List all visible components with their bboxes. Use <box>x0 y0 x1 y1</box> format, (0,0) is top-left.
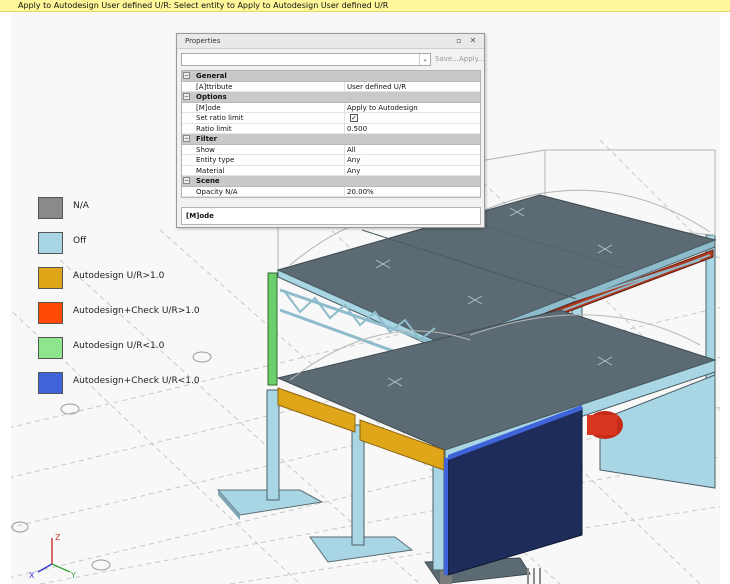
description-text: [M]ode <box>186 212 214 220</box>
attribute-value[interactable]: User defined U/R <box>347 83 406 91</box>
legend-swatch-check-ur-gt-1 <box>38 302 63 324</box>
command-prompt-text: Apply to Autodesign User defined U/R: Se… <box>18 1 389 10</box>
properties-title: Properties <box>185 37 221 45</box>
legend-label: Autodesign U/R>1.0 <box>73 271 165 281</box>
section-label: Filter <box>196 135 218 143</box>
row-set-ratio-limit[interactable]: Set ratio limit ✓ <box>182 113 480 124</box>
row-label: Show <box>196 145 215 154</box>
section-general[interactable]: − General <box>182 71 480 82</box>
description-box: [M]ode <box>181 207 481 225</box>
collapse-icon[interactable]: − <box>183 93 190 100</box>
opacity-value[interactable]: 20.00% <box>347 188 374 196</box>
axis-label-z: Z <box>55 533 61 542</box>
collapse-icon[interactable]: − <box>183 135 190 142</box>
section-options[interactable]: − Options <box>182 92 480 103</box>
row-ratio-limit[interactable]: Ratio limit 0.500 <box>182 123 480 134</box>
column-autodesign-ur-lt-1 <box>267 272 278 386</box>
command-prompt-bar: Apply to Autodesign User defined U/R: Se… <box>0 0 730 12</box>
row-label: Entity type <box>196 156 235 164</box>
row-attribute[interactable]: [A]ttribute User defined U/R <box>182 81 480 92</box>
row-label: Opacity N/A <box>196 187 238 196</box>
row-label: Ratio limit <box>196 124 232 133</box>
show-value[interactable]: All <box>347 146 356 154</box>
axis-label-x: X <box>29 571 35 580</box>
preset-combo[interactable]: ⌄ <box>181 53 431 66</box>
section-filter[interactable]: − Filter <box>182 134 480 145</box>
material-value[interactable]: Any <box>347 167 360 175</box>
row-label: [M]ode <box>196 103 221 112</box>
restore-icon[interactable]: ▫ <box>454 36 464 46</box>
row-label: [A]ttribute <box>196 82 233 91</box>
property-grid: − General [A]ttribute User defined U/R −… <box>181 70 481 198</box>
row-opacity[interactable]: Opacity N/A 20.00% <box>182 186 480 197</box>
axis-label-y: Y <box>70 571 76 580</box>
axis-triad: Z Y X <box>29 533 76 580</box>
legend-label: N/A <box>73 201 89 211</box>
save-button[interactable]: Save... <box>435 55 459 63</box>
properties-toolbar: ⌄ Save... Apply... <box>181 53 484 66</box>
apply-button[interactable]: Apply... <box>459 55 484 63</box>
legend-swatch-off <box>38 232 63 254</box>
section-label: General <box>196 72 227 80</box>
section-label: Scene <box>196 177 220 185</box>
row-label: Set ratio limit <box>196 114 244 122</box>
row-mode[interactable]: [M]ode Apply to Autodesign <box>182 102 480 113</box>
mode-value[interactable]: Apply to Autodesign <box>347 104 418 112</box>
legend-swatch-autodesign-ur-lt-1 <box>38 337 63 359</box>
properties-title-bar[interactable]: Properties ▫ ✕ <box>177 34 484 49</box>
ratio-limit-value[interactable]: 0.500 <box>347 125 367 133</box>
legend-label: Autodesign+Check U/R>1.0 <box>73 306 200 316</box>
close-icon[interactable]: ✕ <box>468 36 478 46</box>
section-label: Options <box>196 93 227 101</box>
set-ratio-limit-checkbox[interactable]: ✓ <box>350 114 358 122</box>
entity-type-value[interactable]: Any <box>347 156 360 164</box>
legend-swatch-na <box>38 197 63 219</box>
collapse-icon[interactable]: − <box>183 72 190 79</box>
legend-label: Off <box>73 236 87 246</box>
chevron-down-icon[interactable]: ⌄ <box>419 54 430 65</box>
legend-label: Autodesign U/R<1.0 <box>73 341 165 351</box>
legend-swatch-autodesign-ur-gt-1 <box>38 267 63 289</box>
row-label: Material <box>196 166 225 175</box>
bottom-supports <box>527 568 541 584</box>
section-scene[interactable]: − Scene <box>182 176 480 187</box>
row-entity-type[interactable]: Entity type Any <box>182 155 480 166</box>
properties-panel[interactable]: Properties ▫ ✕ ⌄ Save... Apply... − Gene… <box>176 33 485 228</box>
collapse-icon[interactable]: − <box>183 177 190 184</box>
legend-swatch-check-ur-lt-1 <box>38 372 63 394</box>
row-show[interactable]: Show All <box>182 144 480 155</box>
row-material[interactable]: Material Any <box>182 165 480 176</box>
legend-label: Autodesign+Check U/R<1.0 <box>73 376 200 386</box>
red-cylinder <box>587 411 623 439</box>
